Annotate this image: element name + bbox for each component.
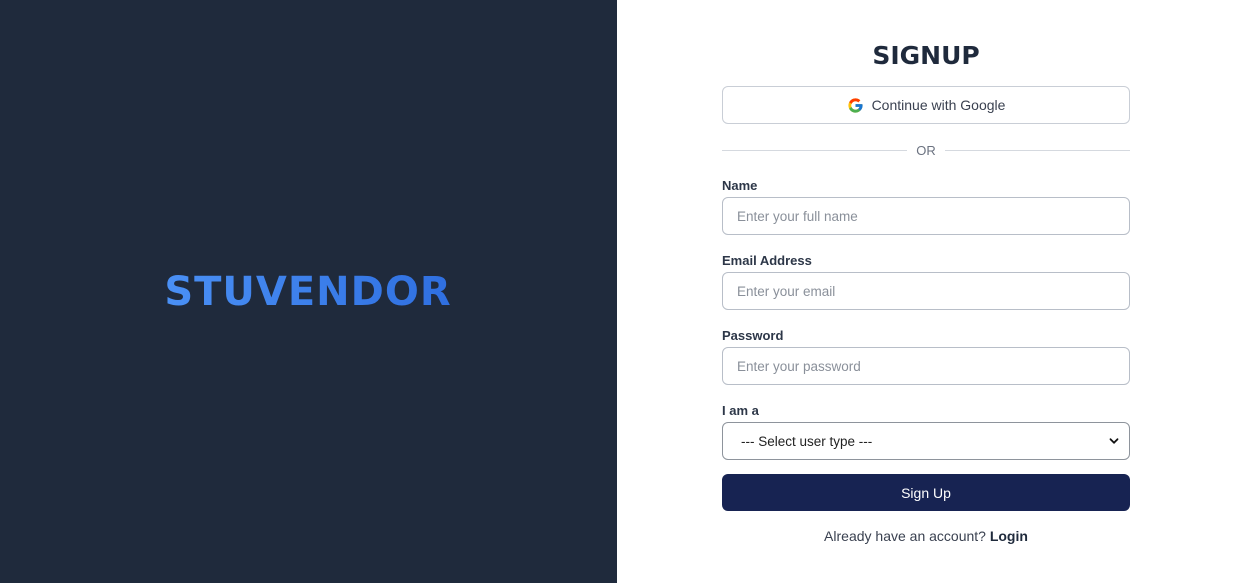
signup-panel: SIGNUP Continue with Google OR Name Ente… [617,0,1234,583]
page-title: SIGNUP [872,41,980,70]
name-input[interactable] [722,197,1130,235]
chevron-down-icon [1109,436,1119,446]
user-type-select[interactable]: --- Select user type --- [722,422,1130,460]
password-input[interactable] [722,347,1130,385]
login-link[interactable]: Login [990,528,1028,544]
user-type-label: I am a [722,403,759,418]
login-prompt-text: Already have an account? [824,528,986,544]
password-label: Password [722,328,784,343]
divider-line-left [722,149,908,151]
or-divider: OR [722,141,1130,159]
google-g-icon [847,97,864,114]
divider-text: OR [916,142,936,158]
login-prompt: Already have an account? Login [722,528,1130,544]
name-label: Name [722,178,758,193]
email-input[interactable] [722,272,1130,310]
brand-panel: STUVENDOR [0,0,617,583]
google-signin-button[interactable]: Continue with Google [722,86,1130,124]
email-label: Email Address [722,253,812,268]
brand-logo-text: STUVENDOR [164,269,452,315]
signup-button[interactable]: Sign Up [722,474,1130,511]
google-button-label: Continue with Google [871,97,1006,113]
signup-form: SIGNUP Continue with Google OR Name Ente… [722,0,1130,544]
signup-page: STUVENDOR SIGNUP Continue with Google OR [0,0,1234,583]
divider-line-right [944,149,1130,151]
user-type-selected-value: --- Select user type --- [741,433,873,449]
